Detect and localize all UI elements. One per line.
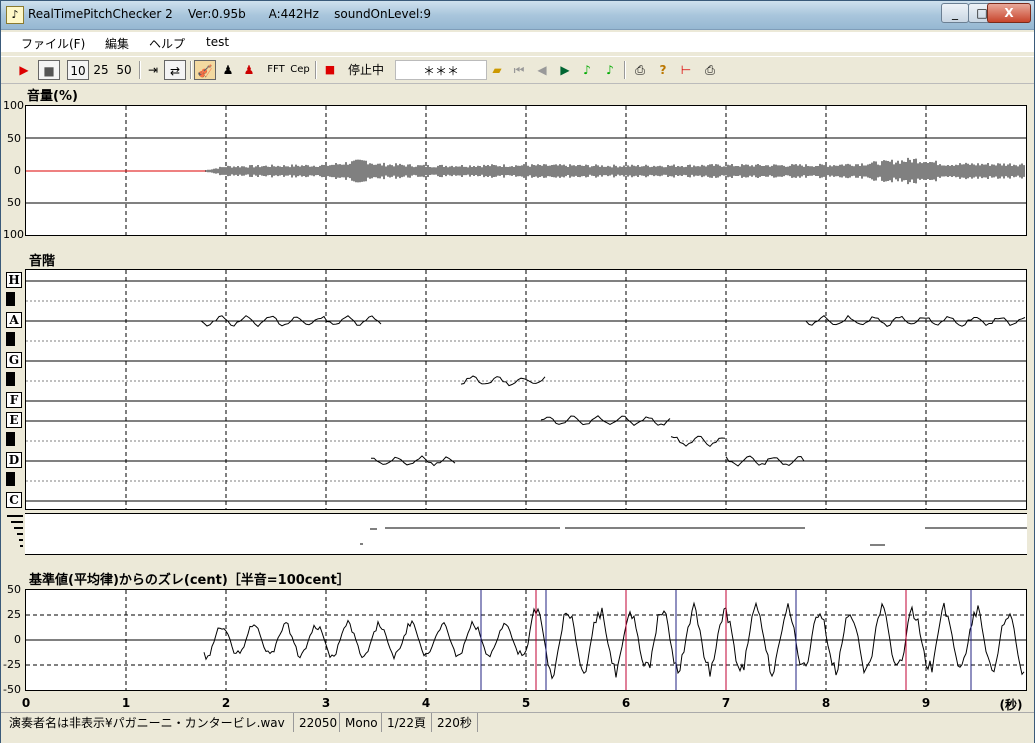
black-key: [6, 472, 15, 486]
x-tick: 3: [321, 696, 331, 710]
stars-field: ＊＊＊: [395, 60, 487, 80]
pitch-segment: [200, 315, 382, 328]
note-label-e: E: [6, 412, 22, 428]
volume-y-label: 50: [7, 132, 21, 145]
cent-y-label: -50: [3, 683, 21, 696]
x-axis-unit: (秒): [999, 698, 1023, 712]
speed-25-button[interactable]: 25: [91, 60, 111, 80]
black-key: [6, 432, 15, 446]
violin-icon[interactable]: 🎻: [194, 60, 216, 80]
toolbar: ▶ ■ 10 25 50 ⇥ ⇄ 🎻 ♟ ♟ FFT Cep ■ 停止中 ＊＊＊…: [1, 56, 1034, 84]
status-bar: 演奏者名は非表示¥パガニーニ・カンタービレ.wav 22050 Mono 1/2…: [1, 712, 1034, 733]
play-icon[interactable]: ▶: [17, 60, 31, 80]
volume-y-label: 100: [3, 99, 24, 112]
note-label-g: G: [6, 352, 22, 368]
x-tick: 9: [921, 696, 931, 710]
marker-icon[interactable]: ⊢: [677, 60, 695, 80]
step-forward-icon[interactable]: ▶: [557, 60, 573, 80]
toolbar-separator: [624, 61, 626, 79]
note-label-f: F: [6, 392, 22, 408]
note-strip-legend: [5, 513, 25, 553]
cent-y-label: 0: [14, 633, 21, 646]
title-bar[interactable]: ♪ RealTimePitchChecker 2 Ver:0.95b A:442…: [1, 1, 1034, 30]
x-tick: 7: [721, 696, 731, 710]
note-label-d: D: [6, 452, 22, 468]
status-page: 1/22頁: [383, 713, 432, 733]
loop-icon[interactable]: ⇄: [164, 60, 186, 80]
scale-plot[interactable]: [25, 269, 1027, 510]
status-length: 220秒: [433, 713, 478, 733]
status-rate: 22050: [295, 713, 340, 733]
toolbar-separator: [315, 61, 317, 79]
x-tick: 1: [121, 696, 131, 710]
toolbar-separator: [139, 61, 141, 79]
menu-bar: ファイル(F) 編集 ヘルプ test: [1, 32, 1034, 52]
volume-plot[interactable]: [25, 105, 1027, 236]
x-tick: 8: [821, 696, 831, 710]
toolbar-separator: [190, 61, 192, 79]
skip-start-icon[interactable]: ⏮: [511, 60, 527, 80]
cent-plot[interactable]: [25, 589, 1027, 691]
performer-icon[interactable]: ♟: [219, 60, 237, 80]
x-tick: 2: [221, 696, 231, 710]
pitch-trace: [26, 270, 1026, 509]
menu-test[interactable]: test: [206, 35, 229, 49]
note-strip: [25, 513, 1027, 555]
black-key: [6, 372, 15, 386]
cent-panel-title: 基準値(平均律)からのズレ(cent)［半音=100cent］: [29, 573, 350, 588]
x-tick: 0: [21, 696, 31, 710]
speed-50-button[interactable]: 50: [114, 60, 134, 80]
waveform-envelope: [205, 157, 1025, 185]
menu-help[interactable]: ヘルプ: [149, 35, 185, 52]
menu-file[interactable]: ファイル(F): [21, 35, 85, 52]
volume-y-label: 0: [14, 164, 21, 177]
cent-y-label: -25: [3, 658, 21, 671]
volume-y-label: 50: [7, 196, 21, 209]
x-tick: 6: [621, 696, 631, 710]
volume-waveform: [26, 106, 1026, 235]
app-window: ♪ RealTimePitchChecker 2 Ver:0.95b A:442…: [0, 0, 1035, 743]
print-icon[interactable]: ⎙: [630, 60, 650, 80]
black-key: [6, 292, 15, 306]
fft-button[interactable]: FFT: [263, 60, 289, 80]
pitch-line: [200, 314, 1026, 467]
note-label-h: H: [6, 272, 22, 288]
status-channel: Mono: [341, 713, 382, 733]
pitch-segment: [670, 435, 726, 448]
status-file: 演奏者名は非表示¥パガニーニ・カンタービレ.wav: [5, 713, 294, 733]
printer-icon[interactable]: ⎙: [700, 60, 720, 80]
step-back-icon[interactable]: ◀: [534, 60, 550, 80]
cent-deviation-graph: [26, 590, 1026, 690]
close-button[interactable]: X: [987, 3, 1031, 23]
cep-button[interactable]: Cep: [289, 60, 311, 80]
speed-10-button[interactable]: 10: [67, 60, 89, 80]
black-key: [6, 332, 15, 346]
cent-trace: [203, 601, 1025, 680]
jump-end-icon[interactable]: ⇥: [144, 60, 162, 80]
scale-panel-title: 音階: [29, 254, 56, 269]
note-label-a: A: [6, 312, 22, 328]
volume-y-label: 100: [3, 228, 24, 241]
help-icon[interactable]: ?: [654, 60, 672, 80]
volume-panel-title: 音量(%): [27, 89, 78, 104]
record-icon[interactable]: ■: [322, 60, 338, 80]
note-green2-icon[interactable]: ♪: [602, 60, 618, 80]
menu-edit[interactable]: 編集: [105, 35, 129, 52]
x-tick: 4: [421, 696, 431, 710]
performer-red-icon[interactable]: ♟: [240, 60, 258, 80]
x-tick: 5: [521, 696, 531, 710]
minimize-button[interactable]: _: [941, 3, 969, 23]
cent-y-label: 25: [7, 608, 21, 621]
window-bottom: [1, 732, 1034, 743]
stop-button[interactable]: ■: [38, 60, 60, 80]
note-label-c: C: [6, 492, 22, 508]
cent-y-label: 50: [7, 583, 21, 596]
note-green-icon[interactable]: ♪: [579, 60, 595, 80]
open-folder-icon[interactable]: ▰: [488, 60, 506, 80]
window-title: RealTimePitchChecker 2 Ver:0.95b A:442Hz…: [28, 7, 431, 21]
app-icon: ♪: [6, 6, 24, 24]
note-strip-marks: [360, 527, 1027, 546]
status-indicator: 停止中: [347, 63, 384, 77]
